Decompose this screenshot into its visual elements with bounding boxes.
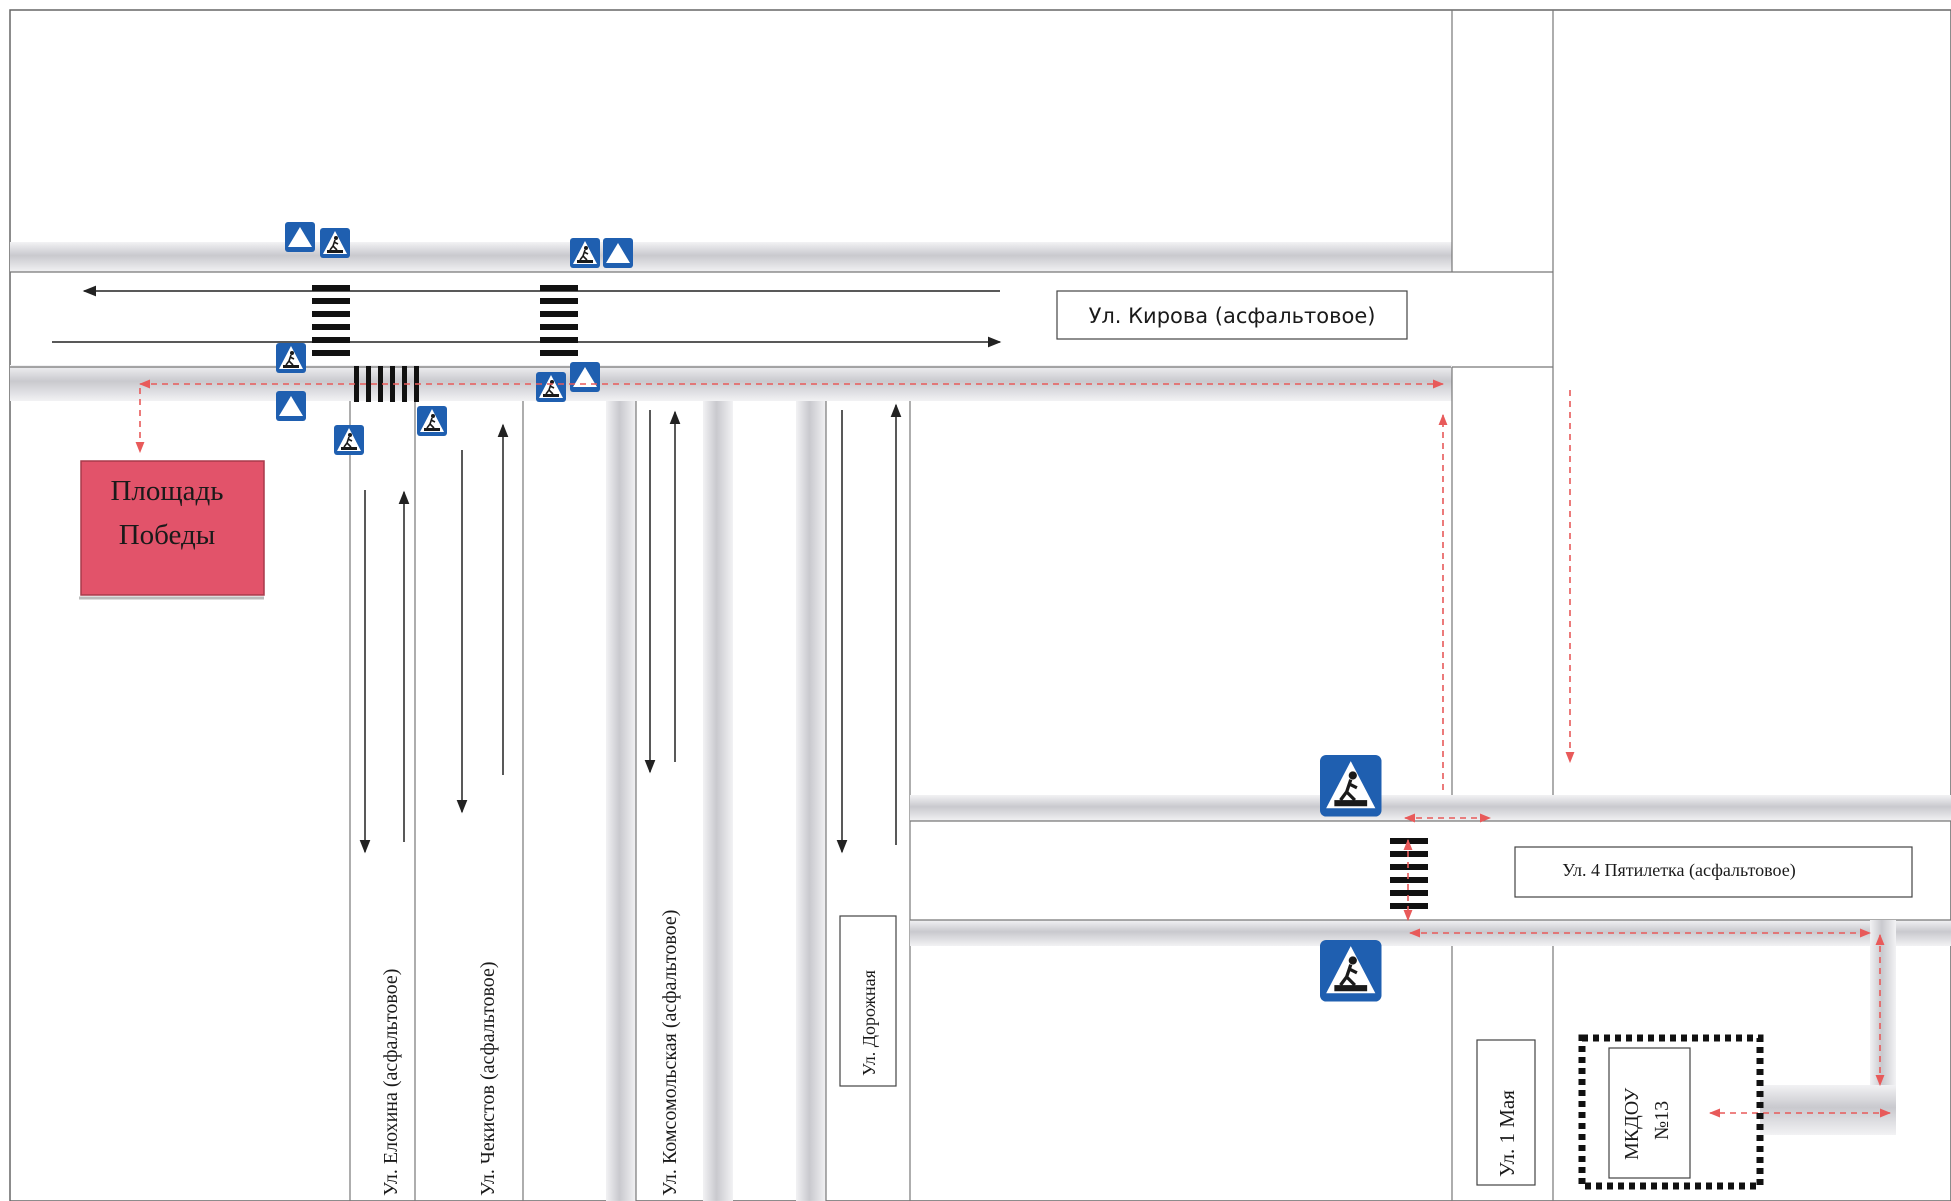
pedestrian-crossing-sign-icon <box>333 424 365 456</box>
kindergarten-mkdou-13: МКДОУ №13 <box>1578 1034 1764 1190</box>
street-name: Ул. 1 Мая <box>1495 1090 1519 1177</box>
pedestrian-crossing-sign-icon <box>535 371 567 403</box>
vertical-streets <box>349 401 911 1201</box>
give-way-triangle-sign-icon <box>276 391 306 421</box>
street-label-elokhina: Ул. Елохина (асфальтовое) <box>380 969 402 1196</box>
zebra-crossing-icon <box>312 285 350 356</box>
kindergarten-name-line2: №13 <box>1651 1101 1673 1140</box>
victory-square: Площадь Победы <box>79 460 265 600</box>
street-name: Ул. 4 Пятилетка (асфальтовое) <box>1562 860 1796 881</box>
street-label-1-maya: Ул. 1 Мая <box>1476 1039 1536 1186</box>
pedestrian-crossing-sign-icon <box>416 405 448 437</box>
zebra-crossing-icon <box>1390 838 1428 909</box>
street-name: Ул. Дорожная <box>859 970 879 1076</box>
pedestrian-crossing-sign-icon <box>275 342 307 374</box>
street-name: Ул. Кирова (асфальтовое) <box>1089 304 1376 328</box>
street-label-pyatiletka: Ул. 4 Пятилетка (асфальтовое) <box>1514 846 1913 898</box>
kindergarten-name-line1: МКДОУ <box>1621 1087 1643 1160</box>
street-pyatiletka <box>910 795 1951 1135</box>
give-way-triangle-sign-icon <box>570 362 600 392</box>
street-label-komsomolskaya: Ул. Комсомольская (асфальтовое) <box>659 910 681 1196</box>
pedestrian-crossing-sign-icon <box>569 237 601 269</box>
street-label-chekistov: Ул. Чекистов (асфальтовое) <box>477 961 499 1196</box>
pedestrian-crossing-sign-icon <box>319 227 351 259</box>
give-way-triangle-sign-icon <box>603 238 633 268</box>
pedestrian-crossing-sign-icon <box>1318 753 1384 819</box>
street-label-kirova: Ул. Кирова (асфальтовое) <box>1056 290 1408 340</box>
give-way-triangle-sign-icon <box>285 222 315 252</box>
square-name-line2: Победы <box>119 519 216 551</box>
pedestrian-crossing-sign-icon <box>1318 938 1384 1004</box>
street-label-dorozhnaya: Ул. Дорожная <box>839 915 897 1087</box>
map-frame <box>9 9 1951 1201</box>
route-map: Ул. Кирова (асфальтовое) Ул. 4 Пятилетка… <box>9 9 1951 1201</box>
square-name-line1: Площадь <box>110 475 223 507</box>
street-1-maya <box>1451 10 1554 1201</box>
zebra-crossing-icon <box>540 285 578 356</box>
safe-route <box>135 379 1892 1118</box>
